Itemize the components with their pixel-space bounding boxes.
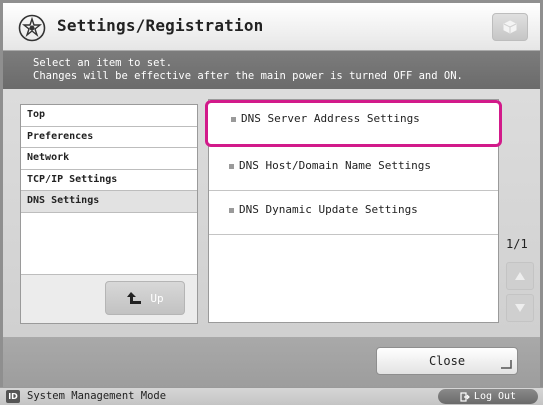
- logout-label: Log Out: [473, 391, 517, 402]
- breadcrumb-item-preferences: Preferences: [21, 126, 197, 148]
- triangle-down-icon: [515, 304, 525, 312]
- close-button-label: Close: [428, 354, 466, 368]
- list-item-label: DNS Host/Domain Name Settings: [239, 159, 432, 172]
- logout-icon: [460, 391, 470, 402]
- breadcrumb: Top Preferences Network TCP/IP Settings …: [20, 104, 198, 324]
- status-bar: ID System Management Mode Log Out: [0, 387, 543, 405]
- bottom-bar: Close: [3, 337, 540, 387]
- list-item-label: DNS Server Address Settings: [241, 112, 420, 125]
- breadcrumb-item-top: Top: [21, 105, 197, 127]
- instruction-line-2: Changes will be effective after the main…: [33, 70, 463, 82]
- close-button[interactable]: Close: [376, 347, 518, 375]
- breadcrumb-item-tcpip: TCP/IP Settings: [21, 169, 197, 191]
- up-button[interactable]: Up: [105, 281, 185, 315]
- breadcrumb-item-dns: DNS Settings: [21, 191, 197, 213]
- corner-return-icon: [501, 360, 512, 369]
- header: Settings/Registration: [3, 3, 540, 51]
- breadcrumb-item-network: Network: [21, 148, 197, 170]
- list-item-dns-host-domain[interactable]: DNS Host/Domain Name Settings: [209, 147, 498, 191]
- counter-check-button[interactable]: [492, 13, 528, 41]
- settings-gear-icon: [18, 14, 46, 42]
- system-mode-label: System Management Mode: [27, 390, 167, 402]
- bullet-icon: [229, 208, 234, 213]
- breadcrumb-spacer: [21, 212, 197, 275]
- triangle-up-icon: [515, 272, 525, 280]
- page-title: Settings/Registration: [57, 16, 264, 35]
- settings-list: DNS Server Address Settings DNS Host/Dom…: [205, 99, 502, 323]
- main-area: Top Preferences Network TCP/IP Settings …: [3, 89, 540, 337]
- list-item-label: DNS Dynamic Update Settings: [239, 203, 418, 216]
- instruction-band: Select an item to set. Changes will be e…: [3, 51, 540, 89]
- up-button-label: Up: [150, 291, 164, 305]
- page-indicator: 1/1: [506, 237, 528, 251]
- scroll-down-button[interactable]: [506, 294, 534, 322]
- list-item-dns-dynamic-update[interactable]: DNS Dynamic Update Settings: [209, 191, 498, 235]
- counter-icon: [503, 20, 517, 34]
- instruction-line-1: Select an item to set.: [33, 57, 173, 69]
- up-arrow-icon: [127, 292, 142, 304]
- logout-button[interactable]: Log Out: [438, 389, 538, 404]
- bullet-icon: [231, 117, 236, 122]
- scroll-up-button[interactable]: [506, 262, 534, 290]
- list-item-dns-server-address[interactable]: DNS Server Address Settings: [205, 100, 502, 147]
- screen: Settings/Registration Select an item to …: [0, 0, 543, 405]
- bullet-icon: [229, 164, 234, 169]
- id-badge-icon: ID: [6, 390, 20, 403]
